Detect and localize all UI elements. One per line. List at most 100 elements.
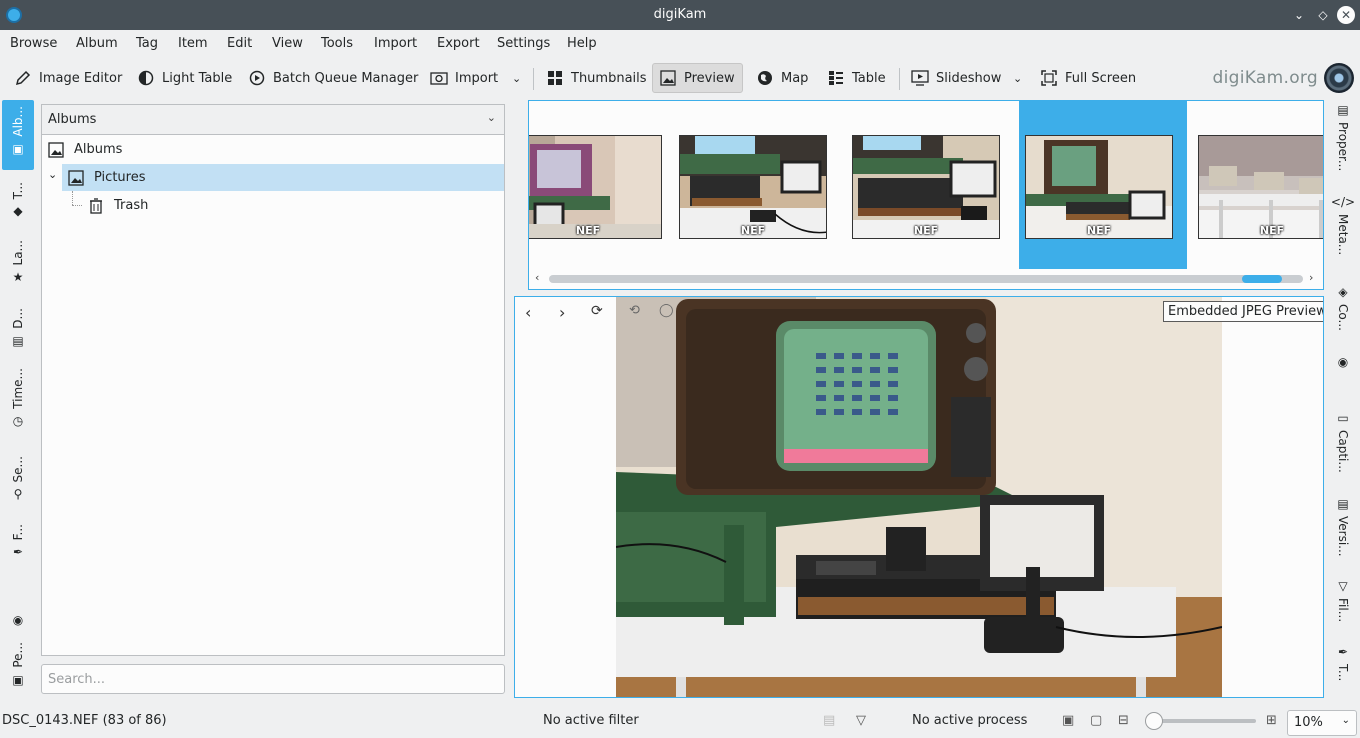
tab-labels[interactable]: La... ★ xyxy=(2,236,34,292)
tab-tools-label: T... xyxy=(1336,664,1350,682)
albums-combo[interactable]: Albums ⌄ xyxy=(42,105,504,135)
rotate-right-icon[interactable]: ⟲ xyxy=(629,303,640,318)
star-icon: ★ xyxy=(12,270,24,285)
menu-item[interactable]: Item xyxy=(178,36,208,51)
tab-tags[interactable]: T... ◆ xyxy=(2,178,34,228)
album-search-input[interactable]: Search... xyxy=(41,664,505,694)
thumbnail-item[interactable]: NEF xyxy=(529,135,662,239)
menu-edit[interactable]: Edit xyxy=(227,36,252,51)
tab-colors[interactable]: ◈ Co... xyxy=(1326,286,1360,342)
menu-import[interactable]: Import xyxy=(374,36,417,51)
slideshow-button[interactable]: Slideshow xyxy=(905,63,1007,93)
tree-item-trash[interactable]: Trash xyxy=(88,192,504,219)
rotate-icon[interactable]: ⟳ xyxy=(591,303,603,319)
close-icon[interactable]: ✕ xyxy=(1337,6,1355,24)
zoom-in-icon[interactable]: ⊞ xyxy=(1266,713,1277,728)
scroll-left-icon[interactable]: ‹ xyxy=(535,271,539,284)
tab-people[interactable]: Pe... ▣ xyxy=(2,638,34,694)
tab-captions-label: Capti... xyxy=(1336,430,1350,473)
album-icon: ▣ xyxy=(12,141,24,156)
tab-metadata[interactable]: </> Meta... xyxy=(1326,196,1360,268)
versions-icon: ▤ xyxy=(1337,497,1349,511)
tab-captions[interactable]: ▭ Capti... xyxy=(1326,412,1360,486)
light-table-button[interactable]: Light Table xyxy=(131,63,238,93)
batch-queue-manager-button[interactable]: Batch Queue Manager xyxy=(242,63,424,93)
image-icon xyxy=(659,69,677,87)
filter-icon[interactable]: ▽ xyxy=(856,713,866,728)
menu-album[interactable]: Album xyxy=(76,36,118,51)
previous-icon[interactable]: ‹ xyxy=(525,303,531,322)
map-label: Map xyxy=(781,70,809,86)
tab-fuzzy-label: F... xyxy=(11,524,25,541)
menu-tools[interactable]: Tools xyxy=(321,36,353,51)
thumbnails-button[interactable]: Thumbnails xyxy=(540,63,653,93)
import-dropdown-arrow[interactable]: ⌄ xyxy=(506,63,527,93)
tab-properties[interactable]: ▤ Proper... xyxy=(1326,104,1360,186)
slideshow-dropdown-arrow[interactable]: ⌄ xyxy=(1007,63,1028,93)
zoom-level-select[interactable]: 10% ⌄ xyxy=(1287,710,1357,736)
menu-export[interactable]: Export xyxy=(437,36,480,51)
digikam-brand-text[interactable]: digiKam.org xyxy=(1213,68,1318,88)
tab-tags-label: T... xyxy=(11,182,25,200)
preview-button[interactable]: Preview xyxy=(652,63,743,93)
tab-tools[interactable]: ✒ T... xyxy=(1326,646,1360,690)
zoom-fit-icon[interactable]: ▣ xyxy=(1062,713,1074,728)
thumbnail-item-selected[interactable]: NEF xyxy=(1025,135,1173,239)
menu-settings[interactable]: Settings xyxy=(497,36,550,51)
trash-icon xyxy=(88,197,104,214)
menu-help[interactable]: Help xyxy=(567,36,597,51)
menu-view[interactable]: View xyxy=(272,36,303,51)
tag-icon: ◆ xyxy=(13,204,23,219)
scroll-right-icon[interactable]: › xyxy=(1309,271,1313,284)
zoom-level-value: 10% xyxy=(1294,715,1323,730)
tab-dates-label: D... xyxy=(11,308,25,329)
horizontal-scrollbar[interactable] xyxy=(549,275,1303,283)
scrollbar-handle[interactable] xyxy=(1242,275,1282,283)
tab-timeline-label: Time... xyxy=(11,368,25,409)
menu-bar: Browse Album Tag Item Edit View Tools Im… xyxy=(0,30,1360,58)
tab-filters-label: Fil... xyxy=(1336,598,1350,623)
table-icon xyxy=(827,69,845,87)
batch-queue-icon xyxy=(248,69,266,87)
face-tag-icon[interactable]: ◯ xyxy=(659,303,674,318)
format-label: NEF xyxy=(1259,224,1285,237)
trash-icon[interactable]: ▤ xyxy=(823,713,835,728)
tab-versions[interactable]: ▤ Versi... xyxy=(1326,498,1360,570)
tab-geolocation[interactable]: ◉ xyxy=(1326,356,1360,376)
map-button[interactable]: Map xyxy=(750,63,814,93)
next-icon[interactable]: › xyxy=(559,303,565,322)
tab-timeline[interactable]: Time... ◷ xyxy=(2,364,34,436)
batch-queue-label: Batch Queue Manager xyxy=(273,70,419,86)
tab-albums[interactable]: Alb... ▣ xyxy=(2,100,34,170)
import-button[interactable]: Import xyxy=(424,63,504,93)
image-editor-button[interactable]: Image Editor xyxy=(8,63,128,93)
tab-dates[interactable]: D... ▤ xyxy=(2,304,34,356)
tree-item-pictures[interactable]: Pictures xyxy=(62,164,504,191)
current-file-status: DSC_0143.NEF (83 of 86) xyxy=(2,713,167,728)
thumbnail-item[interactable]: NEF xyxy=(1198,135,1323,239)
zoom-out-icon[interactable]: ⊟ xyxy=(1118,713,1129,728)
full-screen-button[interactable]: Full Screen xyxy=(1034,63,1142,93)
tab-fuzzy[interactable]: F... ✒ xyxy=(2,520,34,570)
tab-map-search[interactable]: ◉ xyxy=(2,604,34,628)
tab-filters[interactable]: ▽ Fil... xyxy=(1326,580,1360,632)
tree-branch-line xyxy=(72,205,82,206)
zoom-slider-handle[interactable] xyxy=(1145,712,1164,730)
thumbnails-icon xyxy=(546,69,564,87)
preview-photo[interactable] xyxy=(616,297,1222,697)
menu-browse[interactable]: Browse xyxy=(10,36,57,51)
tree-item-label: Albums xyxy=(74,142,123,157)
menu-tag[interactable]: Tag xyxy=(136,36,158,51)
tree-item-albums-root[interactable]: Albums xyxy=(42,136,504,163)
minimize-icon[interactable]: ⌄ xyxy=(1290,6,1308,24)
expand-chevron-icon[interactable]: ⌄ xyxy=(48,168,57,181)
thumbnail-item[interactable]: NEF xyxy=(852,135,1000,239)
zoom-fit-screen-icon[interactable]: ▢ xyxy=(1090,713,1102,728)
table-button[interactable]: Table xyxy=(821,63,892,93)
thumbnail-item[interactable]: NEF xyxy=(679,135,827,239)
tab-search[interactable]: Se... ⚲ xyxy=(2,452,34,508)
maximize-icon[interactable]: ◇ xyxy=(1314,6,1332,24)
toolbar-separator xyxy=(533,68,534,90)
format-label: NEF xyxy=(575,224,601,237)
digikam-logo-icon[interactable] xyxy=(1324,63,1354,93)
